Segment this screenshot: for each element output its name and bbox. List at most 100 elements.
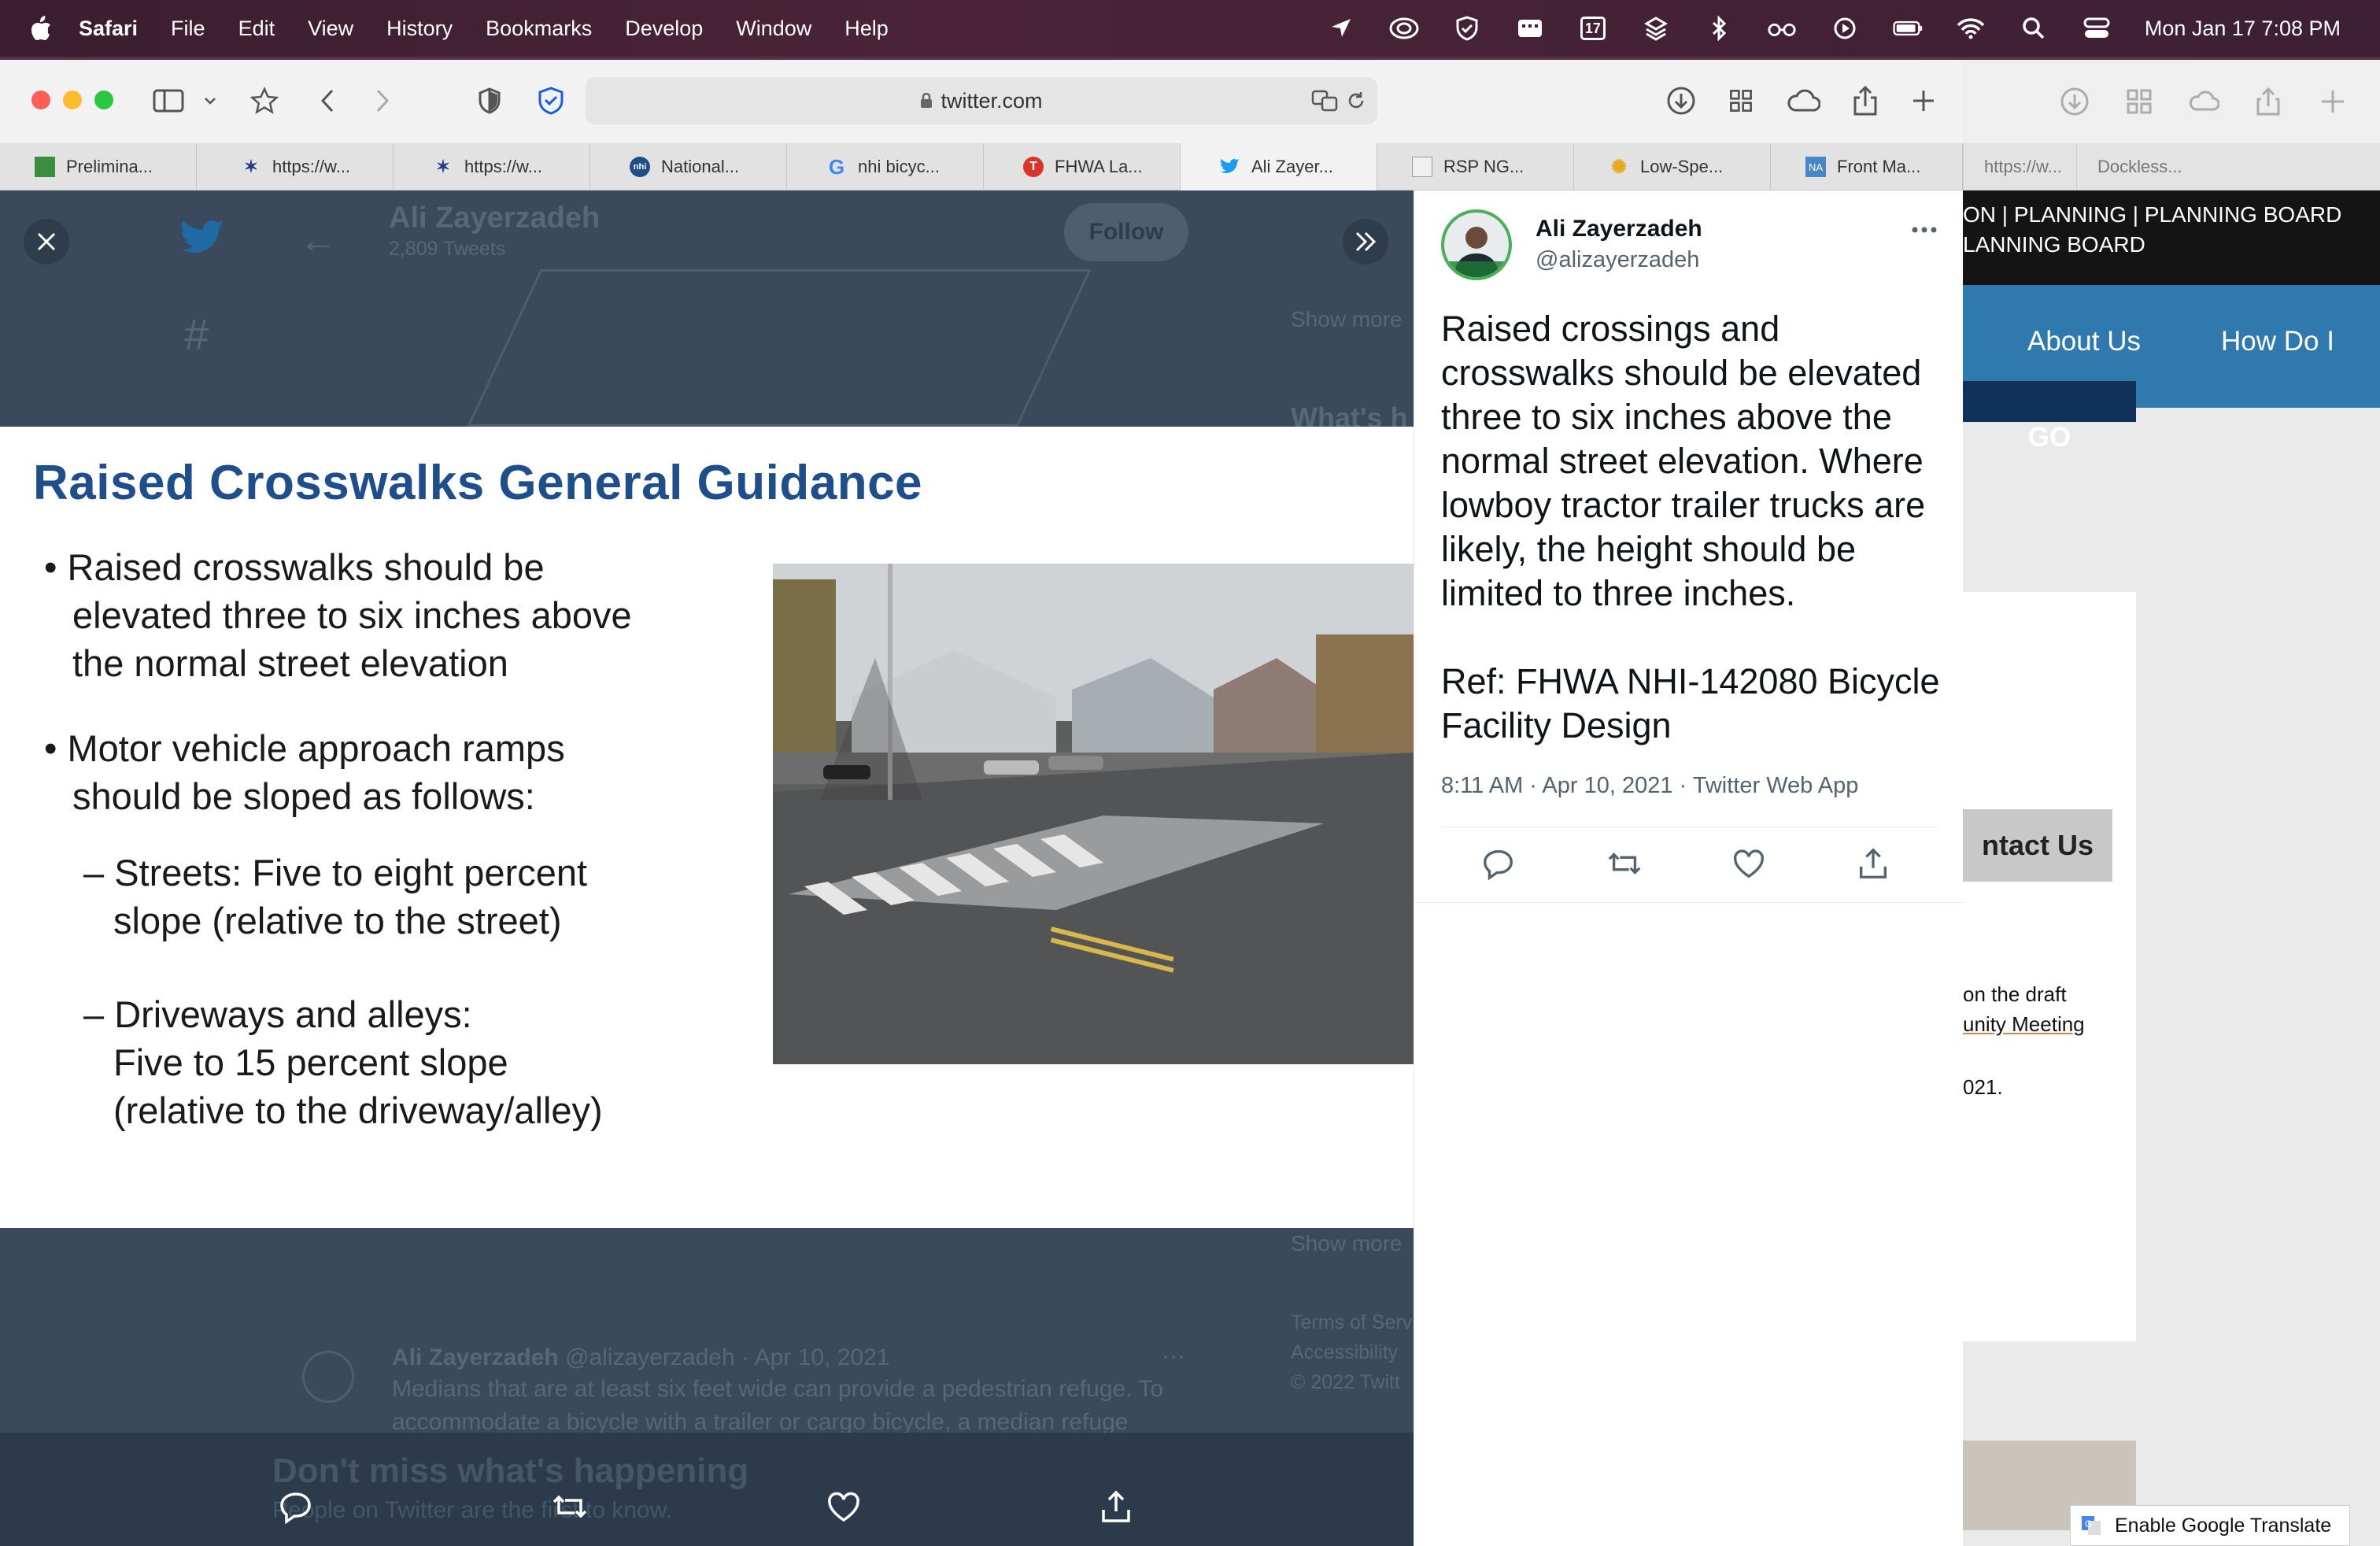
new-tab-icon[interactable] [1906, 83, 1941, 118]
background-tab[interactable]: Dockless... [2076, 143, 2257, 190]
contact-us-button[interactable]: ntact Us [1963, 809, 2112, 882]
menu-app-safari[interactable]: Safari [79, 17, 138, 41]
new-tab-icon[interactable] [2317, 86, 2349, 117]
download-icon[interactable] [2059, 86, 2090, 117]
underlay-reply-text: accommodate a bicycle with a trailer or … [392, 1409, 1129, 1435]
zoom-window-button[interactable] [94, 91, 113, 109]
cloud-icon[interactable] [2188, 86, 2219, 117]
search-go-button[interactable]: GO [1963, 381, 2136, 453]
close-lightbox-button[interactable] [24, 219, 69, 264]
translate-icon[interactable] [1308, 83, 1343, 118]
underlay-profile-name: Ali Zayerzadeh [389, 202, 601, 235]
menu-view[interactable]: View [308, 17, 353, 41]
apple-logo-icon[interactable] [30, 15, 52, 42]
nav-how-do-i[interactable]: How Do I [2221, 326, 2334, 357]
fingerprint-icon[interactable] [1389, 15, 1419, 42]
enable-google-translate-button[interactable]: G Enable Google Translate [2070, 1505, 2350, 1546]
retweet-icon[interactable] [551, 1488, 589, 1526]
calendar-icon[interactable]: 17 [1578, 15, 1608, 42]
tab-overview-icon[interactable] [2123, 86, 2155, 117]
site-breadcrumb-2[interactable]: LANNING BOARD [1963, 230, 2380, 260]
keyboard-icon[interactable] [1515, 15, 1545, 42]
share-icon[interactable] [1848, 83, 1883, 118]
tab-google-search[interactable]: Gnhi bicyc... [787, 143, 984, 190]
layers-icon[interactable] [1641, 15, 1671, 42]
menu-bookmarks[interactable]: Bookmarks [486, 17, 592, 41]
shield-check-icon[interactable] [1452, 15, 1482, 42]
privacy-shield-icon[interactable] [472, 83, 507, 118]
tab-front-matter[interactable]: NA Front Ma... [1771, 143, 1963, 190]
tab-national[interactable]: nhi National... [590, 143, 787, 190]
menu-file[interactable]: File [171, 17, 205, 41]
nav-about-us[interactable]: About Us [2027, 326, 2141, 357]
slide-line: – Streets: Five to eight percent [83, 852, 588, 893]
menubar-clock[interactable]: Mon Jan 17 7:08 PM [2145, 17, 2341, 41]
tweet-author-name[interactable]: Ali Zayerzadeh [1536, 216, 1702, 242]
tweet-image-slide[interactable]: Raised Crosswalks General Guidance • Rai… [0, 427, 1414, 1228]
menu-history[interactable]: History [386, 17, 453, 41]
tweet-timestamp[interactable]: 8:11 AM · Apr 10, 2021 · Twitter Web App [1441, 773, 1858, 799]
share-icon[interactable] [1097, 1488, 1135, 1526]
underlay-image [467, 269, 1092, 427]
bitwarden-icon[interactable] [534, 83, 568, 118]
battery-icon[interactable] [1893, 15, 1923, 42]
tab-fhwa[interactable]: T FHWA La... [984, 143, 1181, 190]
reply-icon[interactable] [1480, 845, 1517, 882]
retweet-icon[interactable] [1606, 845, 1643, 882]
nhi-icon: nhi [630, 157, 650, 177]
share-icon[interactable] [2252, 86, 2284, 117]
glasses-icon[interactable] [1767, 15, 1797, 42]
background-tab[interactable]: https://w... [1963, 143, 2076, 190]
url-text[interactable]: twitter.com [941, 89, 1042, 113]
site-breadcrumb[interactable]: ON | PLANNING | PLANNING BOARD [1963, 200, 2380, 230]
tab-overview-icon[interactable] [1724, 83, 1758, 118]
bookmark-star-icon[interactable] [247, 83, 282, 118]
toggle-panel-button[interactable] [1343, 219, 1388, 264]
tab-bar: Prelimina... ✶ https://w... ✶ https://w...… [0, 143, 1963, 190]
reload-icon[interactable] [1343, 83, 1369, 118]
tab-rsp[interactable]: RSP NG... [1377, 143, 1574, 190]
minimize-window-button[interactable] [63, 91, 82, 109]
icloud-tabs-icon[interactable] [1787, 83, 1821, 118]
menu-help[interactable]: Help [844, 17, 889, 41]
twitter-page: # ← Ali Zayerzadeh 2,809 Tweets Follow S… [0, 190, 1963, 1546]
community-meeting-link[interactable]: unity Meeting [1963, 1012, 2085, 1037]
location-arrow-icon[interactable] [1326, 15, 1356, 42]
slide-line: Five to 15 percent slope [113, 1041, 508, 1083]
chevron-down-icon[interactable] [198, 83, 222, 118]
underlay-reply-meta: @alizayerzadeh · Apr 10, 2021 [565, 1344, 890, 1370]
slide-line: should be sloped as follows: [72, 775, 535, 817]
background-browser-window[interactable]: https://w... Dockless... ON | PLANNING |… [1963, 60, 2380, 1546]
explore-hash-icon: # [184, 309, 209, 359]
tab-preliminary[interactable]: Prelimina... [0, 143, 197, 190]
tweet-author-handle[interactable]: @alizayerzadeh [1536, 247, 1699, 273]
play-circle-icon[interactable] [1830, 15, 1860, 42]
address-bar[interactable]: twitter.com [586, 77, 1377, 124]
bluetooth-icon[interactable] [1704, 15, 1734, 42]
menu-edit[interactable]: Edit [238, 17, 275, 41]
tab-url-1[interactable]: ✶ https://w... [197, 143, 394, 190]
like-heart-icon[interactable] [1731, 845, 1767, 882]
tab-url-2[interactable]: ✶ https://w... [394, 143, 590, 190]
spotlight-search-icon[interactable] [2019, 15, 2049, 42]
reply-icon[interactable] [277, 1488, 315, 1526]
close-window-button[interactable] [31, 91, 50, 109]
like-heart-icon[interactable] [825, 1488, 863, 1526]
share-icon[interactable] [1855, 845, 1891, 882]
control-center-icon[interactable] [2082, 15, 2112, 42]
forward-icon[interactable] [365, 83, 400, 118]
wifi-icon[interactable] [1956, 15, 1986, 42]
underlay-more-icon: ··· [1162, 1343, 1185, 1369]
menu-develop[interactable]: Develop [625, 17, 703, 41]
site-text: on the draft [1963, 982, 2067, 1006]
tab-low-speed[interactable]: ✺ Low-Spe... [1574, 143, 1771, 190]
menu-window[interactable]: Window [736, 17, 811, 41]
avatar[interactable] [1441, 209, 1512, 280]
site-header-bar: ON | PLANNING | PLANNING BOARD LANNING B… [1963, 190, 2380, 285]
more-options-icon[interactable] [1909, 222, 1940, 238]
tab-twitter-active[interactable]: Ali Zayer... [1181, 143, 1377, 190]
background-tab-strip: https://w... Dockless... [1963, 143, 2380, 190]
downloads-icon[interactable] [1664, 83, 1698, 118]
sidebar-icon[interactable] [151, 83, 186, 118]
back-icon[interactable] [310, 83, 345, 118]
